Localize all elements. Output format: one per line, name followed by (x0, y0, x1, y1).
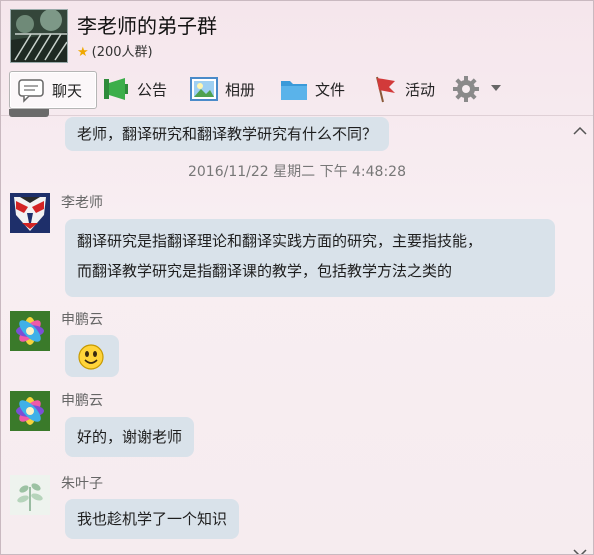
avatar[interactable] (9, 109, 49, 117)
message-line: 而翻译教学研究是指翻译课的教学，包括教学方法之类的 (77, 262, 453, 280)
sender-name: 申鹏云 (61, 312, 103, 328)
message-bubble: 我也趁机学了一个知识 (65, 499, 240, 539)
photo-icon (189, 75, 219, 103)
message-bubble: 翻译研究是指翻译理论和翻译实践方面的研究，主要指技能， 而翻译教学研究是指翻译课… (65, 219, 555, 297)
tab-chat-label: 聊天 (52, 81, 83, 100)
avatar[interactable] (10, 475, 50, 515)
message-line: 翻译研究是指翻译理论和翻译实践方面的研究，主要指技能， (77, 232, 483, 250)
megaphone-icon (101, 75, 131, 103)
smiley-emoji-icon (78, 344, 104, 370)
avatar[interactable] (10, 193, 50, 233)
tab-activity-label: 活动 (405, 80, 436, 99)
tab-chat[interactable]: 聊天 (9, 71, 97, 109)
member-count-label: (200人群) (91, 45, 153, 60)
sender-name: 朱叶子 (61, 476, 103, 492)
tab-activity[interactable]: 活动 (369, 71, 435, 107)
group-member-count: ★ (200人群) (77, 41, 153, 60)
avatar[interactable] (10, 311, 50, 351)
group-avatar[interactable] (10, 9, 68, 63)
tab-album[interactable]: 相册 (189, 71, 255, 107)
message-list: 老师，翻译研究和翻译教学研究有什么不同？ 2016/11/22 星期二 下午 4… (1, 109, 593, 554)
settings-button[interactable] (451, 71, 487, 107)
group-toolbar: 聊天 公告 相册 文件 活动 (1, 65, 593, 116)
flag-icon (369, 75, 399, 103)
chat-bubble-icon (16, 76, 46, 104)
message-bubble: 好的，谢谢老师 (65, 417, 195, 457)
chat-window: 李老师的弟子群 ★ (200人群) 聊天 公告 相册 文件 活动 老师，翻译研究… (0, 0, 594, 555)
gear-icon (451, 75, 481, 103)
chevron-down-icon[interactable] (491, 85, 501, 91)
sender-name: 李老师 (61, 195, 103, 211)
tab-announcement[interactable]: 公告 (101, 71, 167, 107)
chevron-up-icon[interactable] (573, 121, 587, 135)
message-timestamp: 2016/11/22 星期二 下午 4:48:28 (187, 164, 406, 180)
avatar[interactable] (10, 391, 50, 431)
tab-files-label: 文件 (315, 80, 346, 99)
chevron-down-icon[interactable] (573, 543, 587, 554)
tab-announcement-label: 公告 (137, 80, 168, 99)
folder-icon (279, 75, 309, 103)
message-bubble: 老师，翻译研究和翻译教学研究有什么不同？ (65, 117, 390, 151)
group-header: 李老师的弟子群 ★ (200人群) (1, 1, 593, 65)
group-name: 李老师的弟子群 (77, 14, 217, 38)
star-icon: ★ (77, 45, 89, 60)
sender-name: 申鹏云 (61, 393, 103, 409)
message-bubble (65, 335, 119, 377)
tab-album-label: 相册 (225, 80, 256, 99)
tab-files[interactable]: 文件 (279, 71, 345, 107)
